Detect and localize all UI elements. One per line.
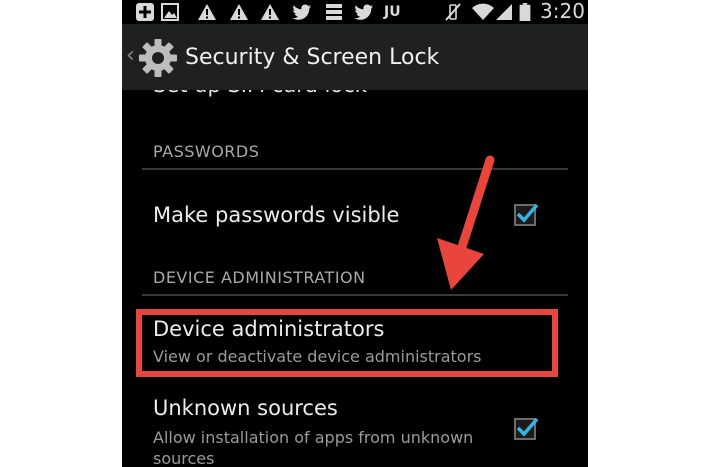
annotation-arrow-icon	[437, 155, 495, 290]
phone-screen: JU 3:20 ‹ Security & Screen Lock PASSWOR…	[122, 0, 588, 467]
